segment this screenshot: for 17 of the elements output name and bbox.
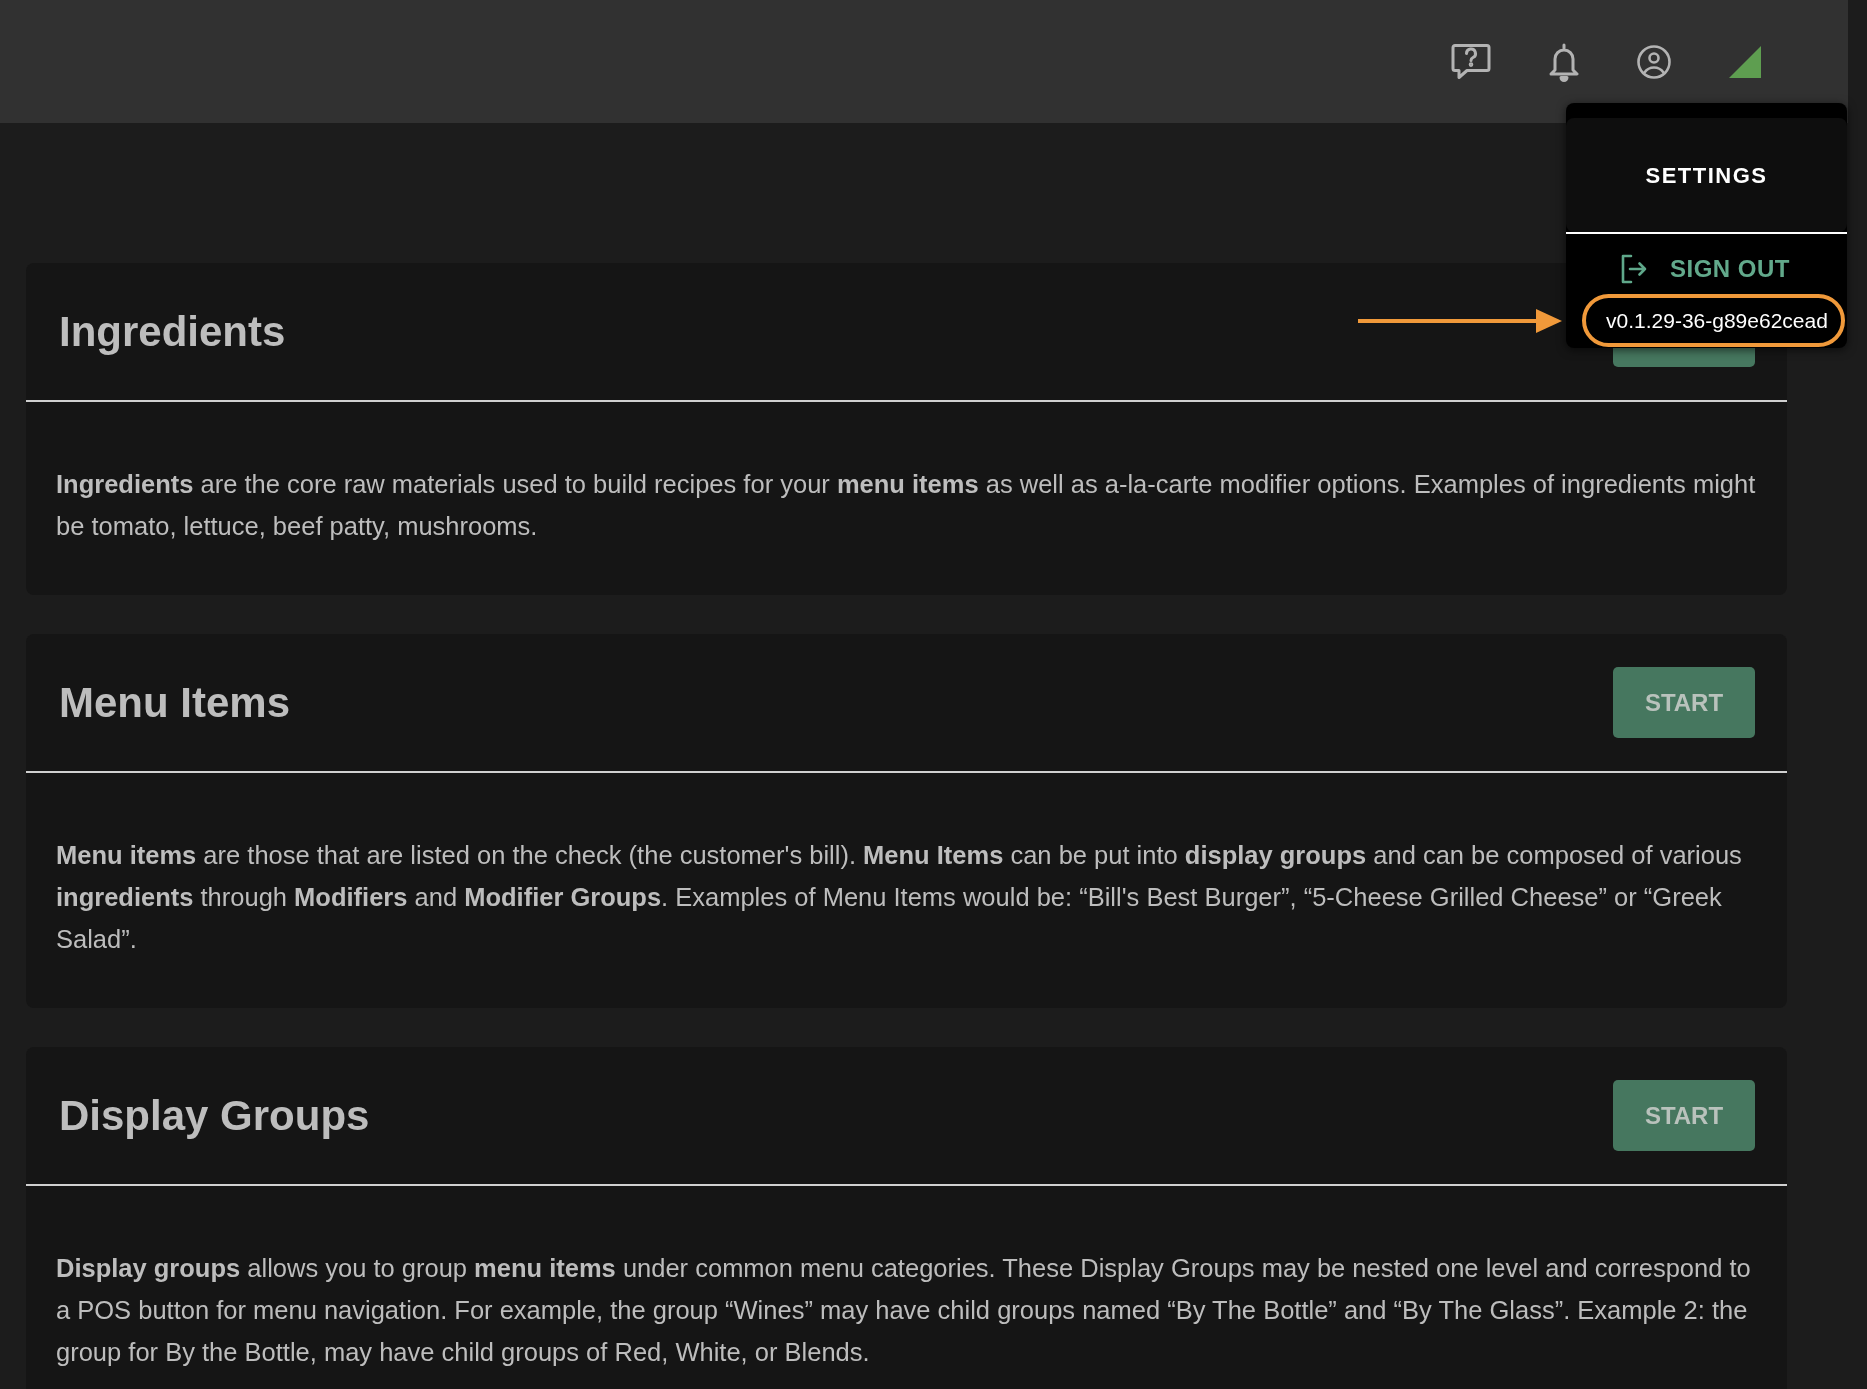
card-description: Menu items are those that are listed on the check (the customer's bill). Menu Items can be put into display groups and can be composed of various ingredients through Modifiers and Modifier Groups. Examples of Menu Items would be: “Bill's Best Burger”, “5-Cheese Grilled Cheese” or “Greek Salad”.: [56, 840, 1743, 955]
triangle-icon[interactable]: [1729, 45, 1761, 78]
card-title: Ingredients: [59, 306, 286, 357]
menu-title: SETTINGS: [1645, 161, 1768, 190]
card-title: Menu Items: [59, 677, 291, 728]
bell-icon[interactable]: [1549, 41, 1579, 82]
sign-out-button[interactable]: SIGN OUT: [1620, 254, 1790, 284]
start-button[interactable]: START: [1613, 1080, 1755, 1151]
help-icon[interactable]: [1451, 41, 1491, 82]
user-icon[interactable]: [1637, 44, 1671, 79]
card-description: Display groups allows you to group menu items under common menu categories. These Display Groups may be nested one level and correspond to a POS button for menu navigation. For example, the group “Wines” may have child groups named “By The Bottle” and “By The Glass”. Example 2: the group for By the Bottle, may have child groups of Red, White, or Blends.: [56, 1253, 1752, 1368]
start-button[interactable]: [1613, 348, 1755, 367]
version-text: v0.1.29-36-g89e62cead: [1582, 294, 1845, 347]
sign-out-icon: [1620, 254, 1648, 284]
start-button[interactable]: START: [1613, 667, 1755, 738]
card-description: Ingredients are the core raw materials used to build recipes for your menu items as well as a-la-carte modifier options. Examples of ingredients might be tomato, lettuce, beef patty, mushrooms.: [56, 469, 1757, 542]
card-title: Display Groups: [59, 1090, 370, 1141]
